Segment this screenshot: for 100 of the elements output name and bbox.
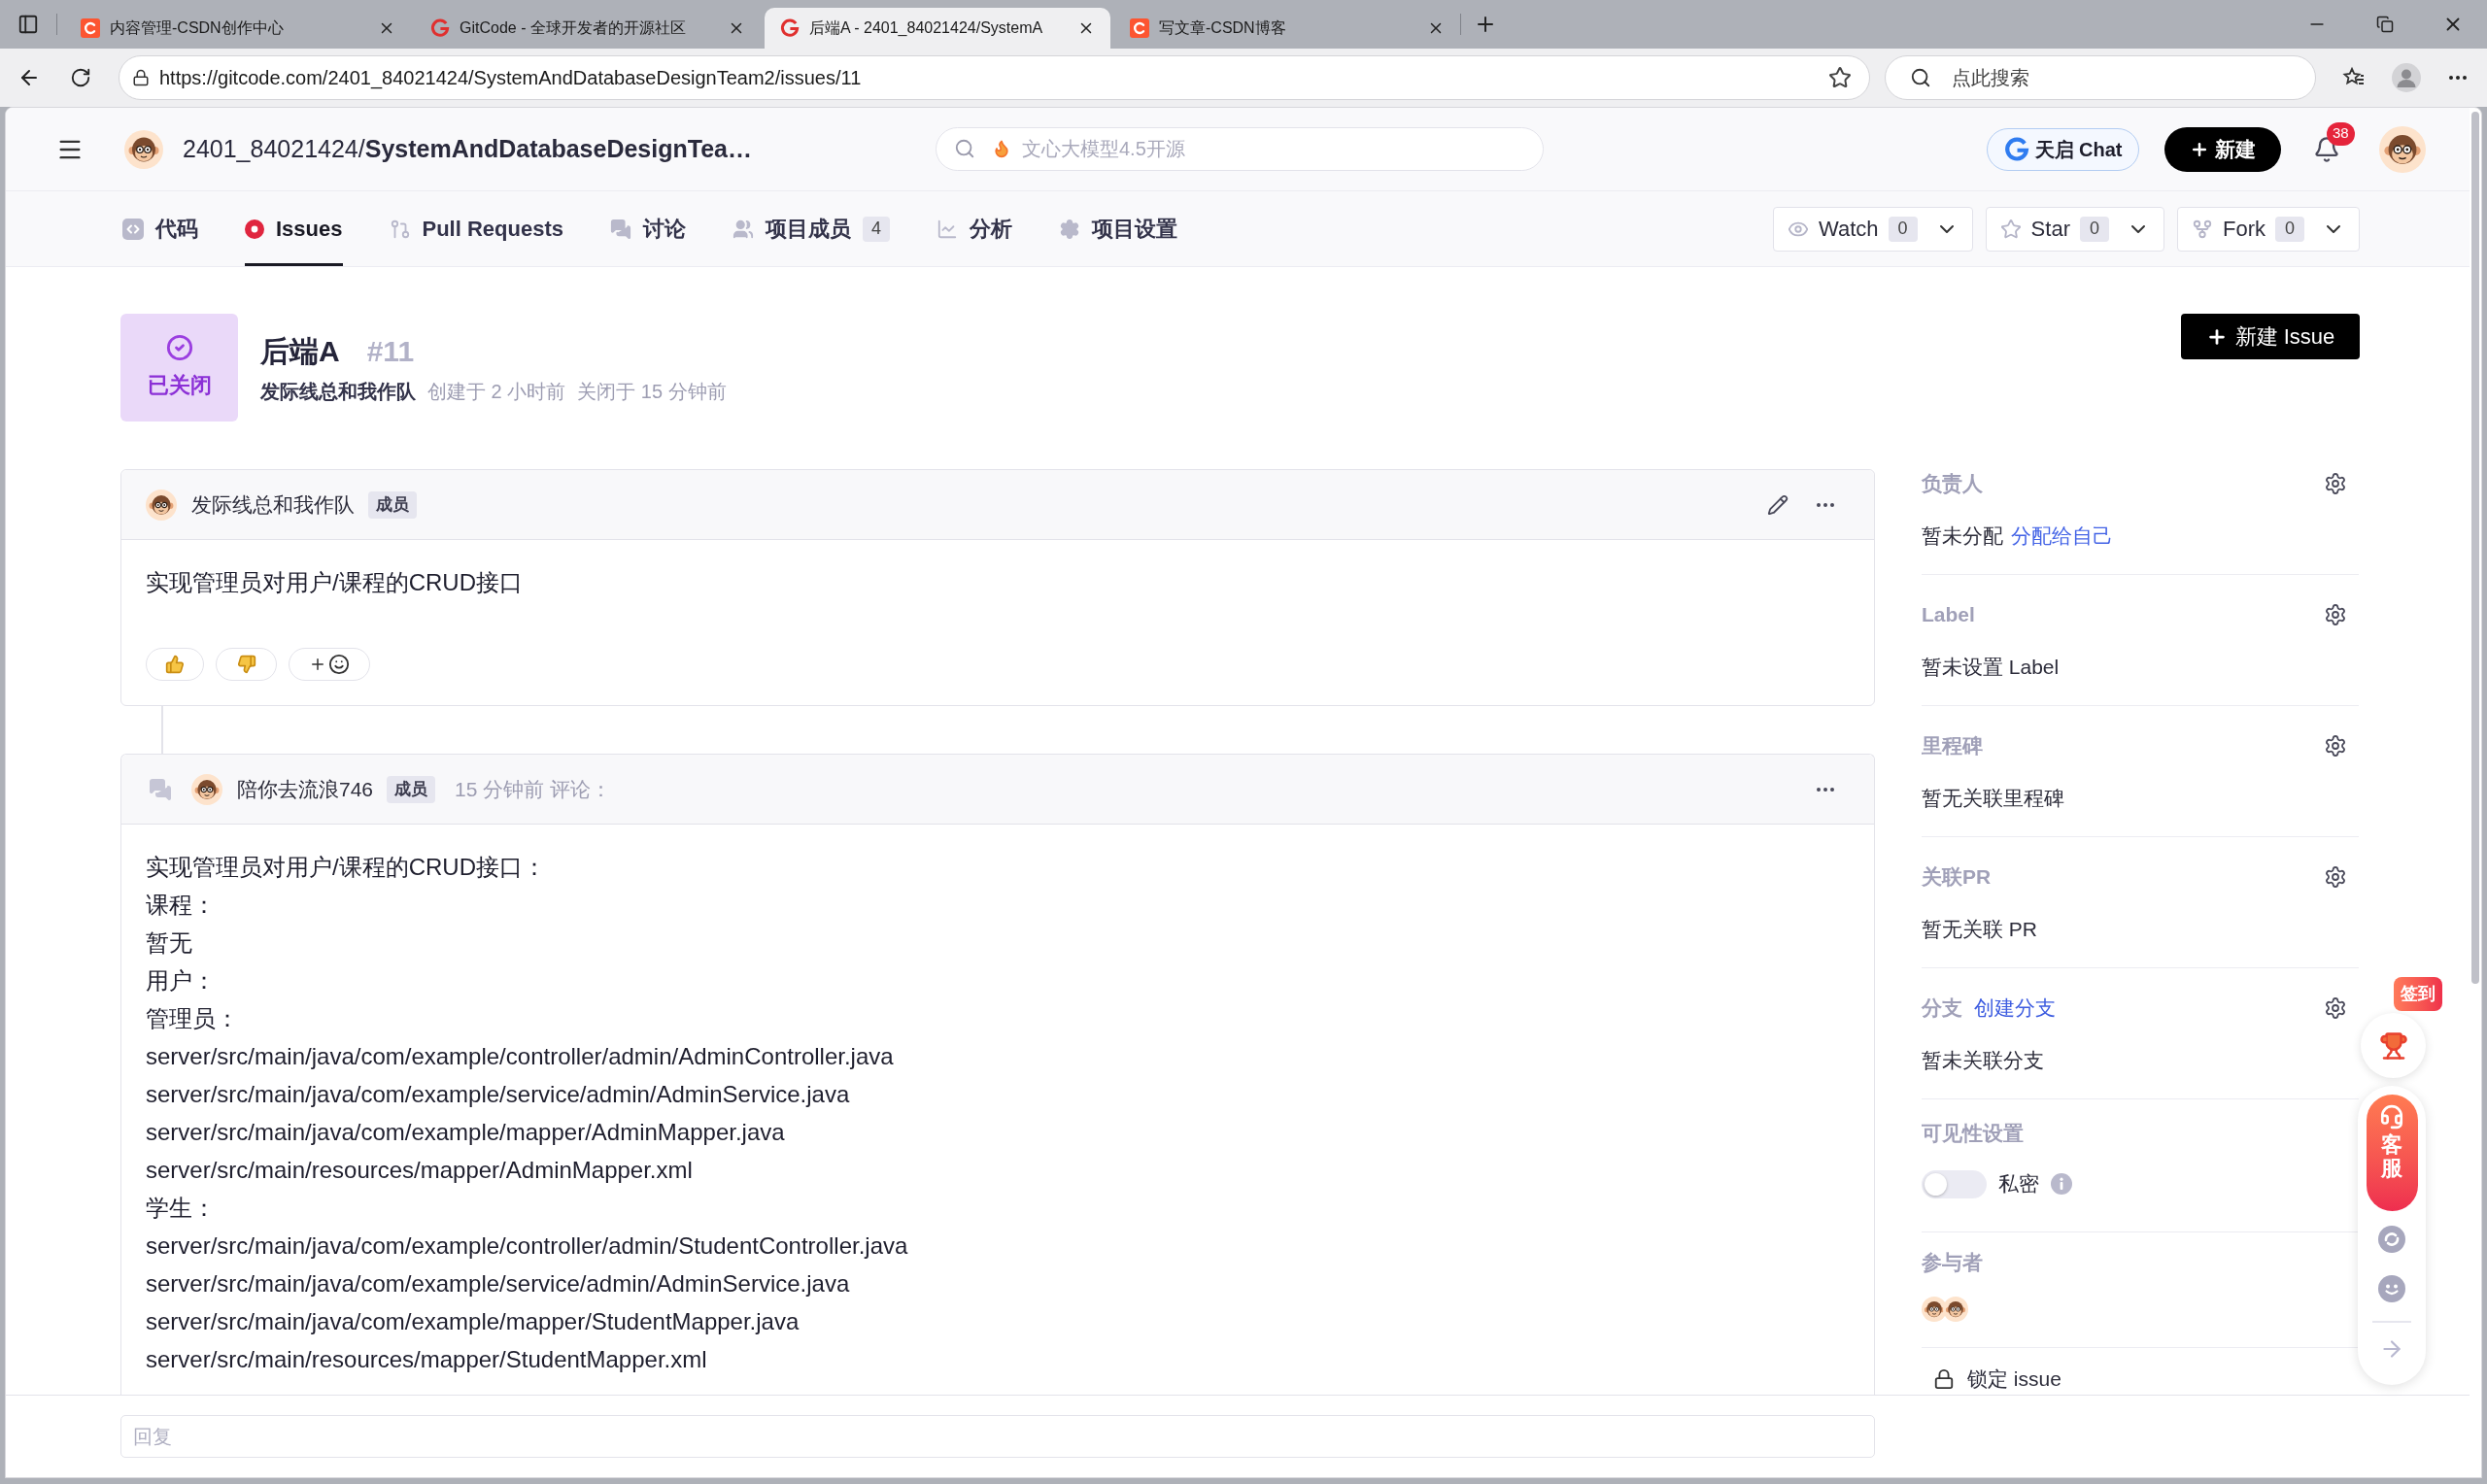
trophy-icon[interactable] (2361, 1013, 2426, 1078)
repo-avatar (124, 129, 163, 169)
scrollbar-thumb[interactable] (2471, 112, 2479, 984)
comment-text: server/src/main/resources/mapper/AdminMapper.xml (146, 1156, 693, 1185)
new-button[interactable]: 新建 (2164, 126, 2281, 172)
section-value: 暂无关联里程碑 (1922, 786, 2064, 812)
section-title: Label (1922, 602, 1975, 628)
nav-tab[interactable]: 讨论 (610, 191, 686, 266)
status-label: 已关闭 (147, 372, 212, 399)
search-icon (1910, 67, 1931, 88)
section-value: 暂未关联分支 (1922, 1048, 2044, 1074)
flame-icon (992, 139, 1011, 158)
g-logo-icon (2003, 136, 2029, 162)
nav-tab[interactable]: 项目成员 4 (732, 191, 890, 266)
lock-icon (132, 69, 150, 86)
pull-request-icon (389, 218, 411, 240)
browser-tab[interactable]: 写文章-CSDN博客 (1114, 8, 1460, 49)
check-circle-icon (165, 334, 193, 361)
lock-issue-button[interactable]: 锁定 issue (1922, 1366, 2061, 1393)
comment-text: 用户： (146, 966, 216, 995)
section-title: 参与者 (1922, 1250, 1983, 1276)
c-logo-icon (81, 18, 100, 38)
code-icon (122, 218, 144, 240)
comment-text: 实现管理员对用户/课程的CRUD接口： (146, 853, 546, 882)
section-value: 暂未设置 Label (1922, 655, 2060, 681)
count-badge: 0 (2079, 216, 2109, 242)
browser-tab[interactable]: 内容管理-CSDN创作中心 (65, 8, 411, 49)
site-search-field[interactable]: 文心大模型4.5开源 (936, 127, 1544, 171)
plus-icon (309, 656, 326, 673)
section-value: 暂未分配 (1922, 523, 2003, 550)
new-issue-button[interactable]: 新建 Issue (2181, 314, 2360, 359)
restore-icon[interactable] (2376, 16, 2394, 33)
participant-avatar (1943, 1297, 1968, 1322)
comment-time: 15 分钟前 评论： (455, 776, 612, 802)
assign-self-link[interactable]: 分配给自己 (2011, 521, 2113, 552)
settings-icon[interactable] (2324, 734, 2347, 758)
issue-title: 后端A (260, 333, 340, 369)
url-text: https://gitcode.com/2401_84021424/SystemAndDatabaseDesignTeam2/issues/11 (159, 66, 862, 91)
comment-text: 暂无 (146, 928, 192, 958)
address-bar[interactable]: https://gitcode.com/2401_84021424/SystemAndDatabaseDesignTeam2/issues/11 (119, 55, 1870, 100)
headset-icon (2379, 1104, 2404, 1130)
line-chart-icon (937, 218, 958, 240)
thumbs-up-button[interactable] (146, 648, 204, 681)
browser-search-field[interactable]: 点此搜索 (1885, 55, 2316, 100)
chat-bubbles-icon (610, 218, 631, 240)
settings-icon[interactable] (2324, 996, 2347, 1020)
author-name[interactable]: 发际线总和我作队 (191, 489, 355, 521)
settings-icon[interactable] (2324, 603, 2347, 626)
count-badge: 0 (2275, 216, 2304, 242)
issue-author[interactable]: 发际线总和我作队 (260, 377, 416, 406)
role-badge: 成员 (387, 775, 436, 803)
nav-tab[interactable]: 代码 (122, 191, 198, 266)
reply-field[interactable]: 回复 (120, 1415, 1875, 1458)
thumbs-down-button[interactable] (216, 648, 277, 681)
nav-tab[interactable]: 项目设置 (1059, 191, 1177, 266)
fork-button[interactable]: Fork 0 (2177, 206, 2360, 252)
settings-icon (1059, 218, 1080, 240)
reload-icon[interactable] (70, 67, 91, 88)
g-logo-icon (780, 18, 800, 38)
comment-text: server/src/main/java/com/example/controller/admin/AdminController.java (146, 1042, 894, 1071)
privacy-label: 私密 (1998, 1171, 2039, 1197)
comment-icon (149, 777, 172, 801)
nav-tab[interactable]: 分析 (937, 191, 1012, 266)
comment-text: 管理员： (146, 1004, 239, 1033)
star-button[interactable]: Star 0 (1985, 206, 2164, 252)
comment-text: 实现管理员对用户/课程的CRUD接口 (146, 568, 523, 597)
people-icon (732, 218, 754, 240)
edit-icon[interactable] (1767, 493, 1789, 516)
g-logo-icon (430, 18, 450, 38)
browser-tab[interactable]: 后端A - 2401_84021424/SystemA (765, 8, 1110, 49)
count-badge: 0 (1888, 216, 1918, 242)
section-title: 关联PR (1922, 864, 1992, 891)
user-avatar (146, 489, 177, 521)
section-title: 可见性设置 (1922, 1121, 2024, 1147)
comment-text: server/src/main/java/com/example/controller/admin/StudentController.java (146, 1231, 908, 1261)
fork-icon (2192, 218, 2213, 240)
sidebar-toggle-icon[interactable] (17, 14, 39, 35)
comment-text: server/src/main/java/com/example/mapper/StudentMapper.java (146, 1307, 800, 1336)
search-icon (954, 138, 975, 159)
settings-icon[interactable] (2324, 865, 2347, 889)
thumbs-down-icon (236, 655, 256, 674)
browser-tab[interactable]: GitCode - 全球开发者的开源社区 (415, 8, 761, 49)
nav-tab[interactable]: Issues (245, 191, 343, 266)
comment-text: server/src/main/java/com/example/mapper/AdminMapper.java (146, 1118, 785, 1147)
comment-text: 课程： (146, 891, 216, 920)
privacy-toggle[interactable] (1922, 1169, 1987, 1198)
closed-time: 关闭于 15 分钟前 (577, 380, 727, 404)
settings-icon[interactable] (2324, 472, 2347, 495)
user-avatar (191, 773, 222, 805)
repo-title[interactable]: 2401_84021424/SystemAndDatabaseDesignTea… (183, 134, 752, 162)
nav-tab[interactable]: Pull Requests (389, 191, 563, 266)
author-name[interactable]: 陪你去流浪746 (237, 773, 374, 805)
watch-button[interactable]: Watch 0 (1773, 206, 1973, 252)
favorite-star-icon[interactable] (1828, 66, 1852, 89)
add-reaction-button[interactable] (289, 648, 370, 681)
comment-text: server/src/main/resources/mapper/StudentMapper.xml (146, 1345, 707, 1374)
profile-icon[interactable] (2392, 63, 2421, 92)
create-branch-link[interactable]: 创建分支 (1974, 993, 2056, 1024)
chat-button[interactable]: 天启 Chat (1987, 127, 2139, 171)
smiley-icon (328, 654, 350, 675)
